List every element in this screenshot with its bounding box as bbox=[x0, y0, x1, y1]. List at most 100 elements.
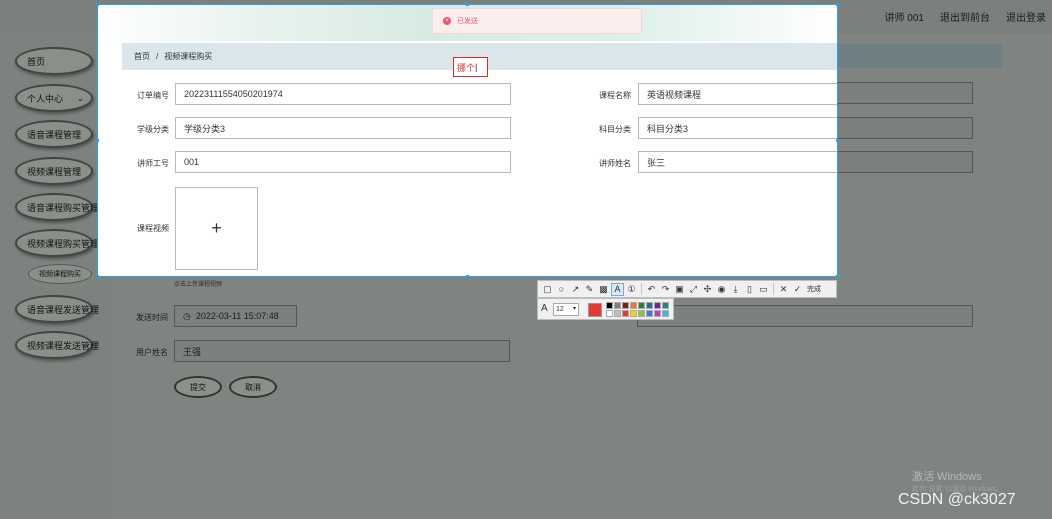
mosaic-icon[interactable]: ▩ bbox=[597, 283, 610, 296]
sidebar-item-video-send[interactable]: 视频课程发送管理 bbox=[15, 331, 99, 359]
teacher-name-field[interactable]: 张三 bbox=[638, 151, 837, 173]
pen-icon[interactable]: ✎ bbox=[583, 283, 596, 296]
order-no-label: 订单编号 bbox=[137, 91, 169, 100]
color-swatch[interactable] bbox=[606, 302, 613, 309]
subject-field[interactable]: 科目分类3 bbox=[638, 117, 837, 139]
color-swatch[interactable] bbox=[662, 302, 669, 309]
teacher-id-value: 001 bbox=[184, 157, 200, 167]
color-swatch[interactable] bbox=[654, 310, 661, 317]
sidebar-item-label: 语音课程购买管理 bbox=[27, 202, 100, 213]
breadcrumb-current: 视频课程购买 bbox=[164, 52, 213, 61]
redo-icon[interactable]: ↷ bbox=[659, 283, 672, 296]
subject-label: 科目分类 bbox=[599, 125, 631, 134]
annotation-text: 挪个 bbox=[457, 62, 476, 73]
resize-handle[interactable] bbox=[466, 3, 469, 6]
close-icon[interactable]: ✕ bbox=[777, 283, 790, 296]
user-name-label: 用户姓名 bbox=[136, 348, 168, 357]
rectangle-icon[interactable]: ▢ bbox=[541, 283, 554, 296]
color-swatch[interactable] bbox=[662, 310, 669, 317]
sidebar-item-home[interactable]: 首页 bbox=[15, 47, 93, 75]
sidebar-item-audio-course[interactable]: 语音课程管理 bbox=[15, 120, 93, 148]
sequence-icon[interactable]: ① bbox=[625, 283, 638, 296]
send-time-field[interactable]: ◷ 2022-03-11 15:07:48 bbox=[174, 305, 297, 327]
color-swatch[interactable] bbox=[646, 302, 653, 309]
screenshot-capture-region[interactable]: 首页 / 视频课程购买 订单编号 20223111554050201974 课程… bbox=[97, 4, 838, 277]
sidebar-item-label: 视频课程购买 bbox=[39, 271, 81, 278]
color-swatch[interactable] bbox=[606, 310, 613, 317]
sidebar-item-label: 视频课程购买管理 bbox=[27, 238, 100, 249]
sidebar-item-audio-send[interactable]: 语音课程发送管理 bbox=[15, 295, 99, 323]
upload-hint: 点击上传课程视频 bbox=[174, 282, 223, 288]
sidebar-item-label: 视频课程管理 bbox=[27, 166, 82, 177]
ellipse-icon[interactable]: ○ bbox=[555, 283, 568, 296]
font-size-value: 12 bbox=[556, 306, 564, 313]
plus-icon: + bbox=[211, 218, 222, 238]
font-icon: A bbox=[541, 303, 548, 314]
fullscreen-icon[interactable]: ⤢ bbox=[687, 283, 700, 296]
font-size-select[interactable]: 12 ▾ bbox=[553, 303, 579, 316]
toolbar-divider bbox=[641, 283, 642, 295]
arrow-icon[interactable]: ↗ bbox=[569, 283, 582, 296]
sidebar-item-label: 语音课程发送管理 bbox=[27, 304, 100, 315]
course-name-field[interactable]: 英语视频课程 bbox=[638, 83, 837, 105]
resize-handle[interactable] bbox=[836, 139, 839, 142]
order-no-field[interactable]: 20223111554050201974 bbox=[175, 83, 511, 105]
resize-handle[interactable] bbox=[96, 3, 99, 6]
breadcrumb-home[interactable]: 首页 bbox=[134, 51, 150, 62]
send-time-label: 发送时间 bbox=[136, 313, 168, 322]
resize-handle[interactable] bbox=[466, 275, 469, 278]
text-icon[interactable]: A bbox=[611, 282, 624, 296]
grade-label: 学级分类 bbox=[137, 125, 169, 134]
logout-link[interactable]: 退出登录 bbox=[1006, 9, 1046, 24]
cancel-label: 取消 bbox=[245, 382, 261, 392]
back-to-front-link[interactable]: 退出到前台 bbox=[940, 9, 990, 24]
resize-handle[interactable] bbox=[96, 275, 99, 278]
grade-value: 学级分类3 bbox=[184, 123, 226, 134]
color-swatch[interactable] bbox=[614, 310, 621, 317]
user-label: 讲师 001 bbox=[884, 13, 924, 24]
color-swatch[interactable] bbox=[630, 310, 637, 317]
video-label: 课程视频 bbox=[137, 224, 169, 233]
user-name-field[interactable]: 王强 bbox=[174, 340, 510, 362]
translate-icon[interactable]: ▭ bbox=[757, 283, 770, 296]
sidebar-item-video-course[interactable]: 视频课程管理 bbox=[15, 157, 93, 185]
sidebar-item-video-purchase[interactable]: 视频课程购买管理 bbox=[15, 229, 99, 257]
text-annotation-box[interactable]: 挪个 | bbox=[453, 57, 488, 77]
color-swatch[interactable] bbox=[614, 302, 621, 309]
sidebar-subitem-video-buy[interactable]: 视频课程购买 bbox=[28, 264, 92, 284]
screenshot-toolbar: ▢ ○ ↗ ✎ ▩ A ① ↶ ↷ ▣ ⤢ ✣ ◉ ⤓ ▯ ▭ ✕ ✓ 完成 bbox=[537, 280, 837, 298]
undo-icon[interactable]: ↶ bbox=[645, 283, 658, 296]
video-upload-box[interactable]: + bbox=[175, 187, 258, 270]
top-nav: 讲师 001 退出到前台 退出登录 bbox=[885, 9, 1046, 24]
user-name-value: 王强 bbox=[183, 346, 202, 357]
current-color-swatch[interactable] bbox=[588, 303, 602, 317]
teacher-id-label: 讲师工号 bbox=[137, 159, 169, 168]
record-icon[interactable]: ◉ bbox=[715, 283, 728, 296]
chevron-down-icon: ▾ bbox=[572, 306, 576, 312]
save-icon[interactable]: ⤓ bbox=[729, 283, 742, 296]
sidebar-item-label: 视频课程发送管理 bbox=[27, 340, 100, 351]
color-swatch[interactable] bbox=[646, 310, 653, 317]
subject-value: 科目分类3 bbox=[647, 123, 689, 134]
resize-handle[interactable] bbox=[836, 3, 839, 6]
long-screenshot-icon[interactable]: ▯ bbox=[743, 283, 756, 296]
color-swatch[interactable] bbox=[638, 302, 645, 309]
right-field-dimmed bbox=[637, 305, 973, 327]
submit-button[interactable]: 提交 bbox=[174, 376, 222, 398]
check-icon[interactable]: ✓ bbox=[791, 283, 804, 296]
grade-field[interactable]: 学级分类3 bbox=[175, 117, 511, 139]
color-swatch[interactable] bbox=[622, 310, 629, 317]
sidebar-item-personal-center[interactable]: 个人中心 ⌄ bbox=[15, 84, 93, 112]
color-swatch[interactable] bbox=[622, 302, 629, 309]
pin-icon[interactable]: ✣ bbox=[701, 283, 714, 296]
color-swatch[interactable] bbox=[638, 310, 645, 317]
resize-handle[interactable] bbox=[836, 275, 839, 278]
ocr-icon[interactable]: ▣ bbox=[673, 283, 686, 296]
color-swatch[interactable] bbox=[630, 302, 637, 309]
color-swatch[interactable] bbox=[654, 302, 661, 309]
resize-handle[interactable] bbox=[96, 139, 99, 142]
cancel-button[interactable]: 取消 bbox=[229, 376, 277, 398]
sidebar-item-audio-purchase[interactable]: 语音课程购买管理 bbox=[15, 193, 99, 221]
done-button[interactable]: 完成 bbox=[807, 284, 821, 294]
teacher-id-field[interactable]: 001 bbox=[175, 151, 511, 173]
